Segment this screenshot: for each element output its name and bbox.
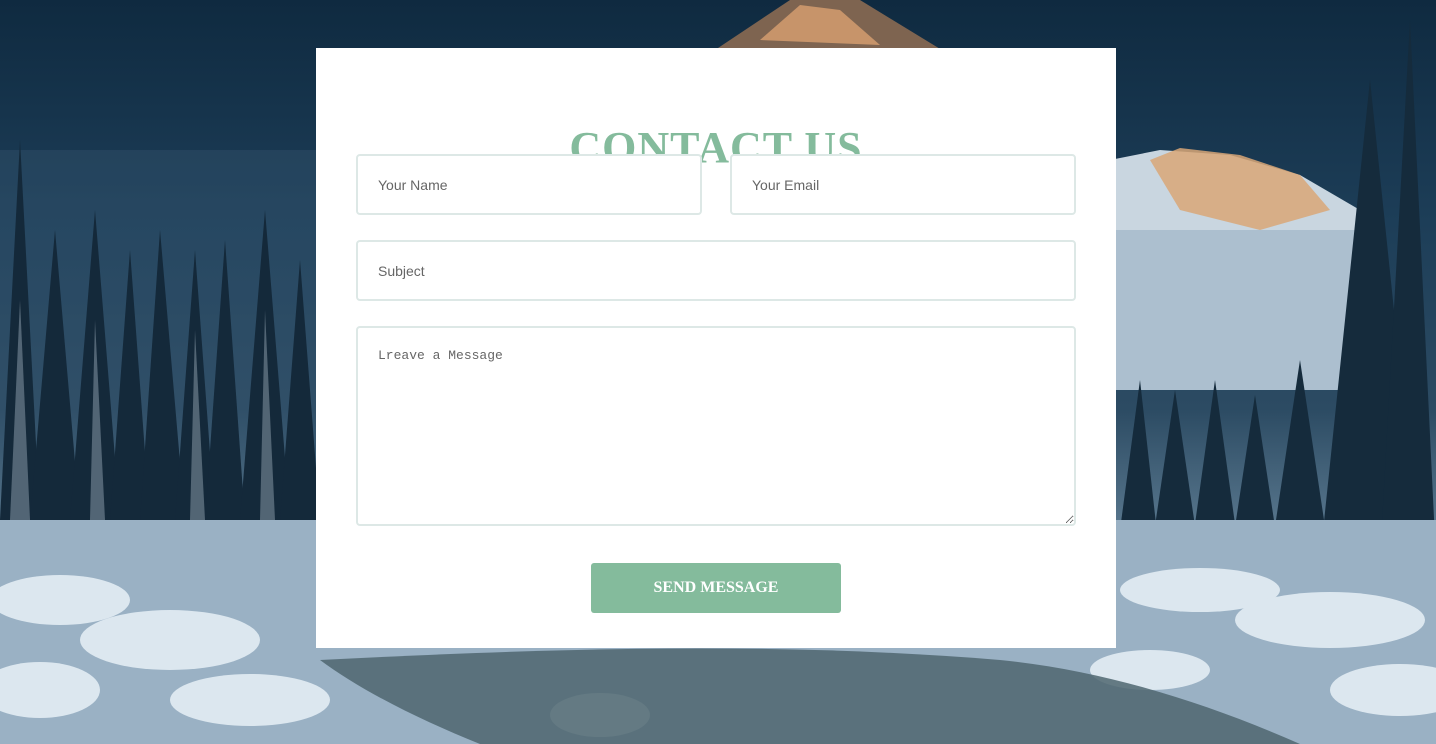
email-input[interactable] <box>730 154 1076 215</box>
contact-card: CONTACT US SEND MESSAGE <box>316 48 1116 648</box>
name-input[interactable] <box>356 154 702 215</box>
message-textarea[interactable] <box>356 326 1076 526</box>
subject-input[interactable] <box>356 240 1076 301</box>
send-message-button[interactable]: SEND MESSAGE <box>591 563 841 613</box>
